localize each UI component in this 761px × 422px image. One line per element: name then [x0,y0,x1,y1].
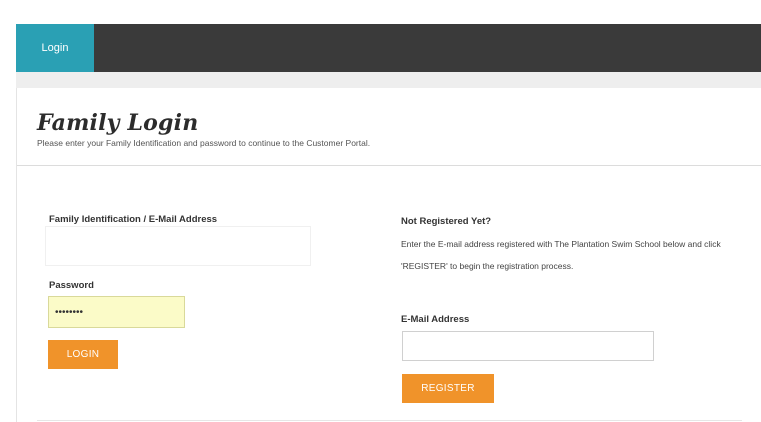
login-panel: Family Login Please enter your Family Id… [16,88,761,422]
tab-login[interactable]: Login [16,24,94,72]
top-nav-bar: Login [16,24,761,72]
nav-spacer [16,72,761,88]
email-label: E-Mail Address [401,314,470,325]
family-id-input[interactable] [45,226,311,266]
register-button[interactable]: REGISTER [402,374,494,403]
register-info: Enter the E-mail address registered with… [401,239,721,271]
family-id-label: Family Identification / E-Mail Address [49,214,218,225]
password-input[interactable] [48,296,185,328]
page-title: Family Login [37,110,199,136]
header-divider [17,165,761,166]
login-button[interactable]: LOGIN [48,340,118,369]
email-input[interactable] [402,331,654,361]
page-subtitle: Please enter your Family Identification … [37,138,371,148]
register-heading: Not Registered Yet? [401,216,492,227]
password-label: Password [49,280,94,291]
form-bottom-divider [37,420,742,421]
